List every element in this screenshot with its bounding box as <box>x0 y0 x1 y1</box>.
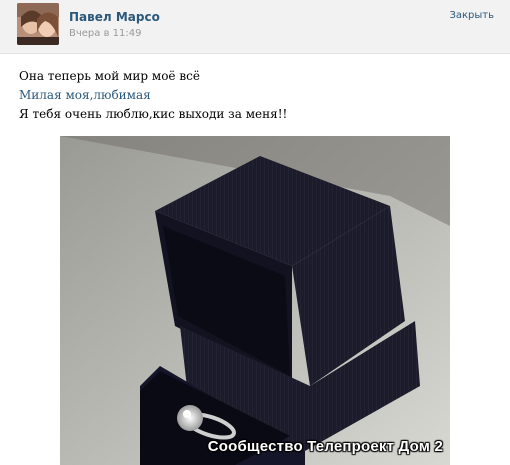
close-button[interactable]: Закрыть <box>449 10 494 21</box>
post-text-link[interactable]: Милая моя,любимая <box>19 88 151 102</box>
ring-box-photo <box>60 136 450 465</box>
post-text-line: Она теперь мой мир моё всё <box>19 69 200 83</box>
post-text-line: Я тебя очень люблю,кис выходи за меня!! <box>19 107 288 121</box>
post-header: Павел Марсо Вчера в 11:49 Закрыть <box>0 0 510 54</box>
avatar-photo <box>17 3 59 45</box>
post: Павел Марсо Вчера в 11:49 Закрыть Она те… <box>0 0 510 465</box>
post-photo[interactable]: Сообщество Телепроект Дом 2 <box>60 136 450 465</box>
post-time[interactable]: Вчера в 11:49 <box>69 28 141 39</box>
watermark: Сообщество Телепроект Дом 2 <box>207 438 443 455</box>
avatar[interactable] <box>17 3 59 45</box>
author-name[interactable]: Павел Марсо <box>69 10 160 24</box>
